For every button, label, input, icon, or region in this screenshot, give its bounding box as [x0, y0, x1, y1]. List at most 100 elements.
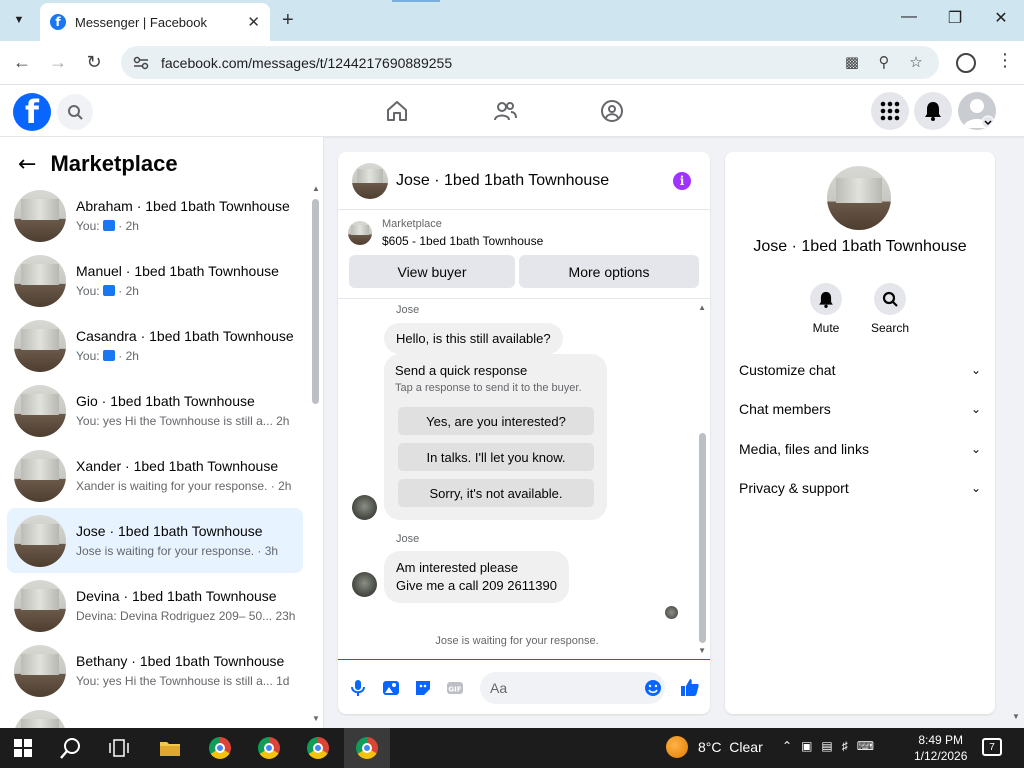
conversation-item[interactable]: Manuel · 1bed 1bath Townhouse You: · 2h	[7, 248, 303, 313]
task-view-icon[interactable]	[96, 728, 142, 768]
minimize-icon[interactable]: —	[894, 8, 924, 26]
message-input[interactable]	[480, 672, 665, 704]
chrome-taskbar-icon[interactable]	[197, 728, 243, 768]
facebook-search-icon[interactable]	[57, 94, 93, 130]
listing-thumbnail[interactable]	[352, 162, 388, 199]
conversation-item[interactable]: Gio · 1bed 1bath Townhouse You: yes Hi th…	[7, 378, 303, 443]
thread-scroll-up-icon[interactable]: ▲	[698, 303, 706, 312]
meet-now-icon[interactable]: ▣	[801, 739, 812, 753]
notification-center-icon[interactable]: 7	[982, 738, 1002, 756]
tab-strip-indicator	[392, 0, 440, 2]
like-thumbs-up-icon	[102, 220, 115, 231]
buyer-avatar[interactable]	[352, 572, 377, 597]
message-sender: Jose	[396, 533, 420, 545]
preview-text: Xander is waiting for your response.	[76, 479, 268, 493]
quick-reply-in-talks-button[interactable]: In talks. I'll let you know.	[398, 443, 594, 471]
microphone-icon[interactable]	[349, 679, 367, 697]
gif-icon[interactable]: GIF	[446, 679, 464, 697]
emoji-icon[interactable]	[644, 679, 662, 697]
quick-reply-not-available-button[interactable]: Sorry, it's not available.	[398, 479, 594, 507]
chrome-taskbar-icon[interactable]	[295, 728, 341, 768]
groups-icon[interactable]	[600, 99, 624, 123]
mute-button[interactable]: Mute	[796, 283, 856, 335]
tab-close-icon[interactable]: ✕	[247, 13, 260, 31]
quick-response-title: Send a quick response	[395, 363, 528, 378]
conversation-item[interactable]: Jose · 1bed 1bath Townhouse Jose is waiti…	[7, 508, 303, 573]
thread-scroll-down-icon[interactable]: ▼	[698, 646, 706, 655]
friends-icon[interactable]	[493, 99, 517, 123]
listing-avatar[interactable]	[827, 166, 891, 230]
restore-icon[interactable]: ❐	[940, 8, 970, 28]
install-app-icon[interactable]: ▩	[843, 53, 861, 71]
view-buyer-button[interactable]: View buyer	[349, 255, 515, 288]
conversation-preview: You: · 2h	[76, 349, 294, 363]
conversation-list-scrollbar[interactable]	[312, 199, 319, 404]
browser-tab-messenger[interactable]: f Messenger | Facebook ✕	[40, 3, 270, 41]
back-arrow-icon[interactable]: ←	[10, 52, 34, 73]
browser-menu-icon[interactable]: ⋮	[996, 50, 1014, 71]
marketplace-listing-info[interactable]: Marketplace $605 - 1bed 1bath Townhouse	[348, 218, 543, 248]
conversation-item[interactable]: Abraham · 1bed 1bath Townhouse You: · 2h	[7, 183, 303, 248]
chrome-taskbar-icon[interactable]	[246, 728, 292, 768]
weather-sun-icon	[666, 736, 688, 758]
media-files-links-section[interactable]: Media, files and links ⌄	[739, 441, 981, 457]
conversation-item[interactable]: Arianna · 1bed 1bath Townho...	[7, 703, 303, 728]
buyer-avatar[interactable]	[352, 495, 377, 520]
like-thumbs-up-icon[interactable]	[680, 677, 700, 697]
conversation-preview: You: yes Hi the Townhouse is still a... …	[76, 674, 289, 688]
conversation-item[interactable]: Bethany · 1bed 1bath Townhouse You: yes H…	[7, 638, 303, 703]
notifications-bell-icon[interactable]	[914, 92, 952, 130]
info-icon[interactable]: i	[673, 172, 691, 190]
conversation-text: Gio · 1bed 1bath Townhouse You: yes Hi th…	[76, 393, 289, 428]
system-clock[interactable]: 8:49 PM 1/12/2026	[914, 732, 967, 764]
taskbar-search-icon[interactable]	[48, 728, 94, 768]
conversation-item[interactable]: Casandra · 1bed 1bath Townhouse You: · 2h	[7, 313, 303, 378]
close-window-icon[interactable]: ✕	[986, 8, 1016, 28]
conversation-preview: You: · 2h	[76, 219, 290, 233]
conversation-name: Jose · 1bed 1bath Townhouse	[76, 523, 263, 539]
thread-scrollbar[interactable]	[699, 433, 706, 643]
search-conversation-button[interactable]: Search	[860, 283, 920, 335]
scroll-down-arrow-icon[interactable]: ▼	[312, 714, 320, 723]
weather-widget[interactable]: 8°C Clear	[666, 736, 763, 758]
forward-arrow-icon[interactable]: →	[46, 52, 70, 73]
address-bar[interactable]: facebook.com/messages/t/1244217690889255…	[121, 46, 939, 79]
site-settings-icon[interactable]	[133, 56, 149, 70]
facebook-favicon-icon: f	[50, 14, 66, 30]
account-avatar[interactable]	[958, 92, 996, 130]
chevron-down-icon: ⌄	[970, 363, 981, 377]
chat-members-section[interactable]: Chat members ⌄	[739, 401, 981, 417]
more-options-button[interactable]: More options	[519, 255, 699, 288]
sticker-icon[interactable]	[414, 679, 432, 697]
conversation-thumbnail	[14, 384, 66, 437]
privacy-support-section[interactable]: Privacy & support ⌄	[739, 480, 981, 496]
show-hidden-icons-icon[interactable]: ⌃	[782, 739, 792, 753]
home-icon[interactable]	[385, 99, 409, 123]
preview-text: You: yes Hi the Townhouse is still a...	[76, 674, 273, 688]
back-arrow-icon[interactable]: ←	[18, 152, 36, 177]
conversation-item[interactable]: Xander · 1bed 1bath Townhouse Xander is w…	[7, 443, 303, 508]
facebook-logo-icon[interactable]: f	[13, 93, 51, 131]
bookmark-star-icon[interactable]: ☆	[907, 53, 925, 71]
conversation-thumbnail	[14, 579, 66, 632]
zoom-icon[interactable]: ⚲	[875, 53, 893, 71]
reload-icon[interactable]: ↻	[82, 52, 106, 73]
browser-profile-icon[interactable]	[956, 53, 976, 73]
file-explorer-icon[interactable]	[147, 728, 193, 768]
chat-title[interactable]: Jose · 1bed 1bath Townhouse	[396, 172, 609, 190]
customize-chat-section[interactable]: Customize chat ⌄	[739, 362, 981, 378]
windows-start-icon[interactable]	[0, 728, 46, 768]
new-tab-plus-icon[interactable]: +	[282, 9, 294, 32]
photo-icon[interactable]	[382, 679, 400, 697]
quick-reply-yes-button[interactable]: Yes, are you interested?	[398, 407, 594, 435]
chrome-taskbar-icon-active[interactable]	[344, 728, 390, 768]
menu-grid-icon[interactable]	[871, 92, 909, 130]
volume-icon[interactable]: ♯	[842, 739, 848, 753]
system-tray: ⌃ ▣ ▤ ♯ ⌨	[782, 739, 874, 753]
page-scroll-down-icon[interactable]: ▼	[1012, 712, 1020, 721]
scroll-up-arrow-icon[interactable]: ▲	[312, 184, 320, 193]
network-icon[interactable]: ▤	[821, 739, 832, 753]
tab-search-chevron-icon[interactable]: ▼	[6, 7, 32, 33]
conversation-item[interactable]: Devina · 1bed 1bath Townhouse Devina: Dev…	[7, 573, 303, 638]
keyboard-icon[interactable]: ⌨	[857, 739, 874, 753]
